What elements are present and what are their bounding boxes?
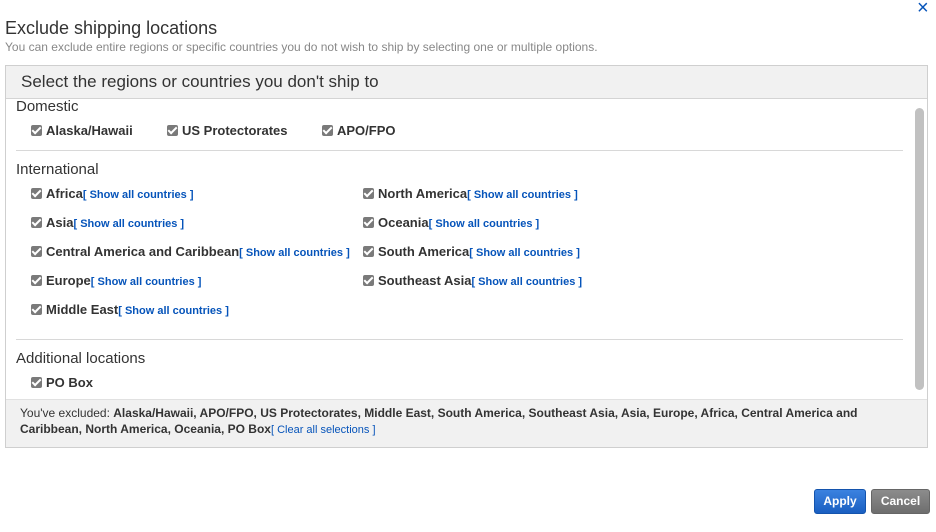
option-north-america[interactable]: North America[ Show all countries ] <box>363 186 578 201</box>
show-all-countries-link[interactable]: [ Show all countries ] <box>118 305 229 317</box>
show-all-countries-link[interactable]: [ Show all countries ] <box>239 247 350 259</box>
checkbox-checked-icon[interactable] <box>363 275 374 286</box>
summary-list: Alaska/Hawaii, APO/FPO, US Protectorates… <box>20 406 858 436</box>
checkbox-checked-icon[interactable] <box>31 188 42 199</box>
scrollbar[interactable] <box>915 108 924 390</box>
option-label: Alaska/Hawaii <box>46 123 133 138</box>
checkbox-checked-icon[interactable] <box>31 304 42 315</box>
dialog-subtitle: You can exclude entire regions or specif… <box>5 40 598 54</box>
close-icon[interactable]: × <box>917 0 929 18</box>
show-all-countries-link[interactable]: [ Show all countries ] <box>91 276 202 288</box>
option-label: APO/FPO <box>337 123 396 138</box>
option-central-america-caribbean[interactable]: Central America and Caribbean[ Show all … <box>31 244 350 259</box>
show-all-countries-link[interactable]: [ Show all countries ] <box>73 218 184 230</box>
option-label: South America <box>378 244 470 259</box>
regions-panel: Select the regions or countries you don'… <box>5 65 928 448</box>
checkbox-checked-icon[interactable] <box>322 125 333 136</box>
checkbox-checked-icon[interactable] <box>31 125 42 136</box>
option-apo-fpo[interactable]: APO/FPO <box>322 123 396 138</box>
show-all-countries-link[interactable]: [ Show all countries ] <box>429 218 540 230</box>
checkbox-checked-icon[interactable] <box>31 217 42 228</box>
checkbox-checked-icon[interactable] <box>31 275 42 286</box>
checkbox-checked-icon[interactable] <box>363 188 374 199</box>
option-europe[interactable]: Europe[ Show all countries ] <box>31 273 201 288</box>
show-all-countries-link[interactable]: [ Show all countries ] <box>471 276 582 288</box>
section-international-title: International <box>16 161 99 178</box>
panel-heading: Select the regions or countries you don'… <box>6 66 927 99</box>
show-all-countries-link[interactable]: [ Show all countries ] <box>469 247 580 259</box>
option-label: Oceania <box>378 215 429 230</box>
cancel-button[interactable]: Cancel <box>871 489 930 514</box>
option-label: PO Box <box>46 375 93 390</box>
divider <box>16 150 903 151</box>
checkbox-checked-icon[interactable] <box>363 217 374 228</box>
clear-all-selections-link[interactable]: [ Clear all selections ] <box>271 424 376 436</box>
option-label: US Protectorates <box>182 123 288 138</box>
apply-button[interactable]: Apply <box>814 489 866 514</box>
option-south-america[interactable]: South America[ Show all countries ] <box>363 244 580 259</box>
excluded-summary: You've excluded: Alaska/Hawaii, APO/FPO,… <box>6 399 927 447</box>
option-oceania[interactable]: Oceania[ Show all countries ] <box>363 215 539 230</box>
summary-prefix: You've excluded: <box>20 406 114 420</box>
option-africa[interactable]: Africa[ Show all countries ] <box>31 186 193 201</box>
option-po-box[interactable]: PO Box <box>31 375 93 390</box>
scrollbar-thumb[interactable] <box>915 108 924 390</box>
option-label: Southeast Asia <box>378 273 472 288</box>
section-additional-title: Additional locations <box>16 350 146 367</box>
option-label: Middle East <box>46 302 119 317</box>
option-label: Asia <box>46 215 74 230</box>
dialog-title: Exclude shipping locations <box>5 18 218 38</box>
option-label: Central America and Caribbean <box>46 244 240 259</box>
option-us-protectorates[interactable]: US Protectorates <box>167 123 287 138</box>
checkbox-checked-icon[interactable] <box>363 246 374 257</box>
option-southeast-asia[interactable]: Southeast Asia[ Show all countries ] <box>363 273 582 288</box>
option-label: North America <box>378 186 468 201</box>
option-middle-east[interactable]: Middle East[ Show all countries ] <box>31 302 229 317</box>
checkbox-checked-icon[interactable] <box>31 246 42 257</box>
divider <box>16 339 903 340</box>
option-label: Europe <box>46 273 91 288</box>
checkbox-checked-icon[interactable] <box>31 377 42 388</box>
option-asia[interactable]: Asia[ Show all countries ] <box>31 215 184 230</box>
option-label: Africa <box>46 186 83 201</box>
section-domestic-title: Domestic <box>16 98 79 115</box>
option-alaska-hawaii[interactable]: Alaska/Hawaii <box>31 123 133 138</box>
show-all-countries-link[interactable]: [ Show all countries ] <box>467 189 578 201</box>
show-all-countries-link[interactable]: [ Show all countries ] <box>83 189 194 201</box>
checkbox-checked-icon[interactable] <box>167 125 178 136</box>
